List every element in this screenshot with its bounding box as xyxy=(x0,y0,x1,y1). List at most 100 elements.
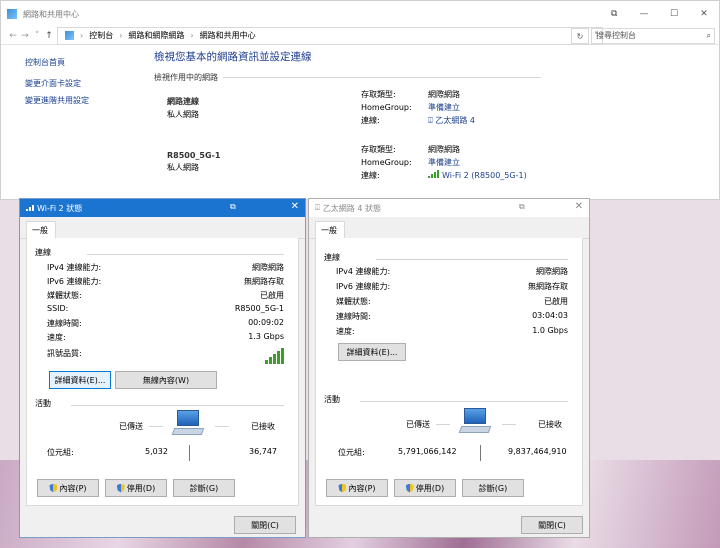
received-label: 已接收 xyxy=(251,422,275,431)
received-bytes: 9,837,464,910 xyxy=(508,447,567,456)
row-label: 媒體狀態: xyxy=(336,297,371,306)
control-panel-icon xyxy=(7,9,17,19)
row-label: IPv6 連線能力: xyxy=(336,282,391,291)
sent-bytes: 5,032 xyxy=(145,447,168,456)
divider xyxy=(360,401,568,402)
close-dialog-button[interactable]: 關閉(C) xyxy=(521,516,583,534)
pen-icon[interactable]: ⧉ xyxy=(611,9,617,19)
tab-general[interactable]: 一般 xyxy=(26,221,56,239)
window-controls: — ☐ ✕ xyxy=(629,1,719,27)
divider xyxy=(87,254,284,255)
search-input[interactable]: 搜尋控制台 ⌕ xyxy=(591,28,715,44)
breadcrumb-item[interactable]: 網路和共用中心 xyxy=(200,30,256,41)
close-icon[interactable]: ✕ xyxy=(575,201,583,212)
row-label: 媒體狀態: xyxy=(47,291,82,300)
row-value: 網際網路 xyxy=(536,267,568,276)
row-label: IPv4 連線能力: xyxy=(47,263,102,272)
link-change-adapter-settings[interactable]: 變更介面卡設定 xyxy=(25,78,89,89)
refresh-button[interactable]: ↻ xyxy=(571,28,589,44)
disable-button[interactable]: 停用(D) xyxy=(105,479,167,497)
network-sharing-center-window: 網路和共用中心 ⧉ — ☐ ✕ ← → ˅ ↑ › 控制台 › 網路和網際網路 … xyxy=(0,0,720,200)
row-value: 無網路存取 xyxy=(244,277,284,286)
pen-icon[interactable]: ⧉ xyxy=(230,202,236,212)
info-row: IPv6 連線能力: 無網路存取 xyxy=(47,276,284,287)
up-button[interactable]: ↑ xyxy=(43,31,55,41)
info-row: IPv6 連線能力: 無網路存取 xyxy=(336,281,568,292)
breadcrumb-item[interactable]: 網路和網際網路 xyxy=(128,30,184,41)
sent-label: 已傳送 xyxy=(406,420,430,429)
row-label: IPv4 連線能力: xyxy=(336,267,391,276)
dialog-title: 乙太網路 4 狀態 xyxy=(322,203,381,213)
pen-icon[interactable]: ⧉ xyxy=(519,202,525,212)
properties-button[interactable]: 內容(P) xyxy=(326,479,388,497)
back-button[interactable]: ← xyxy=(7,31,19,41)
properties-button[interactable]: 內容(P) xyxy=(37,479,99,497)
general-panel: 連線 IPv4 連線能力: 網際網路 IPv6 連線能力: 無網路存取 媒體狀態: 已… xyxy=(315,238,583,506)
tab-strip: 一般 xyxy=(309,217,589,239)
divider xyxy=(480,445,481,461)
tab-general[interactable]: 一般 xyxy=(315,221,345,239)
sent-bytes: 5,791,066,142 xyxy=(398,447,457,456)
info-row: 媒體狀態: 已啟用 xyxy=(336,296,568,307)
info-row: SSID: R8500_5G-1 xyxy=(47,304,284,313)
wifi-signal-icon xyxy=(428,170,439,178)
info-row: IPv4 連線能力: 網際網路 xyxy=(47,262,284,273)
link-advanced-sharing-settings[interactable]: 變更進階共用設定 xyxy=(25,95,89,106)
search-icon: ⌕ xyxy=(706,31,711,40)
connection-link[interactable]: Wi-Fi 2 (R8500_5G-1) xyxy=(442,171,527,180)
disable-button[interactable]: 停用(D) xyxy=(394,479,456,497)
close-dialog-button[interactable]: 關閉(C) xyxy=(234,516,296,534)
homegroup-link[interactable]: 準備建立 xyxy=(428,103,460,112)
row-value: 已啟用 xyxy=(544,297,568,306)
row-value: 1.3 Gbps xyxy=(248,332,284,341)
connection-label: 連線: xyxy=(361,171,380,180)
row-value: 網際網路 xyxy=(252,263,284,272)
divider xyxy=(376,259,568,260)
info-row: 速度: 1.3 Gbps xyxy=(47,332,284,343)
maximize-button[interactable]: ☐ xyxy=(659,1,689,27)
bytes-label: 位元組: xyxy=(47,448,74,457)
received-bytes: 36,747 xyxy=(249,447,277,456)
info-row: 速度: 1.0 Gbps xyxy=(336,326,568,337)
forward-button[interactable]: → xyxy=(19,31,31,41)
left-nav: 控制台首頁 變更介面卡設定 變更進階共用設定 xyxy=(25,57,89,116)
close-button[interactable]: ✕ xyxy=(689,1,719,27)
title-bar: 網路和共用中心 ⧉ xyxy=(1,1,719,27)
details-button[interactable]: 詳細資料(E)... xyxy=(49,371,111,389)
ethernet-icon: ⍗ xyxy=(315,203,320,212)
signal-label: 訊號品質: xyxy=(47,349,82,358)
diagnose-button[interactable]: 診斷(G) xyxy=(462,479,524,497)
general-panel: 連線 IPv4 連線能力: 網際網路 IPv6 連線能力: 無網路存取 媒體狀態: 已… xyxy=(26,238,299,506)
dropdown-icon[interactable]: ˅ xyxy=(31,31,43,41)
disable-label: 停用(D) xyxy=(126,483,156,493)
wifi-signal-icon xyxy=(26,205,34,211)
address-bar[interactable]: › 控制台 › 網路和網際網路 › 網路和共用中心 ˅ xyxy=(57,26,603,45)
access-type-label: 存取類型: xyxy=(361,145,396,154)
properties-label: 內容(P) xyxy=(59,483,87,493)
wireless-properties-button[interactable]: 無線內容(W) xyxy=(115,371,217,389)
divider xyxy=(223,77,541,78)
access-type-value: 網際網路 xyxy=(428,90,460,99)
diagnose-button[interactable]: 診斷(G) xyxy=(173,479,235,497)
network-entry: 網路連線 私人網路 xyxy=(167,96,199,120)
page-title: 檢視您基本的網路資訊並設定連線 xyxy=(154,51,312,63)
search-placeholder: 搜尋控制台 xyxy=(596,31,636,40)
activity-section-label: 活動 xyxy=(324,395,340,404)
link-control-panel-home[interactable]: 控制台首頁 xyxy=(25,57,89,68)
row-label: 連線時間: xyxy=(47,319,82,328)
network-name: R8500_5G-1 xyxy=(167,151,221,160)
breadcrumb-item[interactable]: 控制台 xyxy=(89,30,113,41)
network-details: 存取類型: 網際網路 HomeGroup: 準備建立 連線: Wi-Fi 2 (R85… xyxy=(361,143,527,182)
divider xyxy=(215,426,229,427)
homegroup-link[interactable]: 準備建立 xyxy=(428,158,460,167)
properties-label: 內容(P) xyxy=(348,483,376,493)
row-label: 速度: xyxy=(47,333,66,342)
signal-row: 訊號品質: xyxy=(47,348,284,364)
minimize-button[interactable]: — xyxy=(629,1,659,27)
close-icon[interactable]: ✕ xyxy=(291,201,299,212)
divider xyxy=(189,445,190,461)
connection-link[interactable]: 乙太網路 4 xyxy=(435,116,475,125)
details-button[interactable]: 詳細資料(E)... xyxy=(338,343,406,361)
row-label: 速度: xyxy=(336,327,355,336)
homegroup-label: HomeGroup: xyxy=(361,103,412,112)
